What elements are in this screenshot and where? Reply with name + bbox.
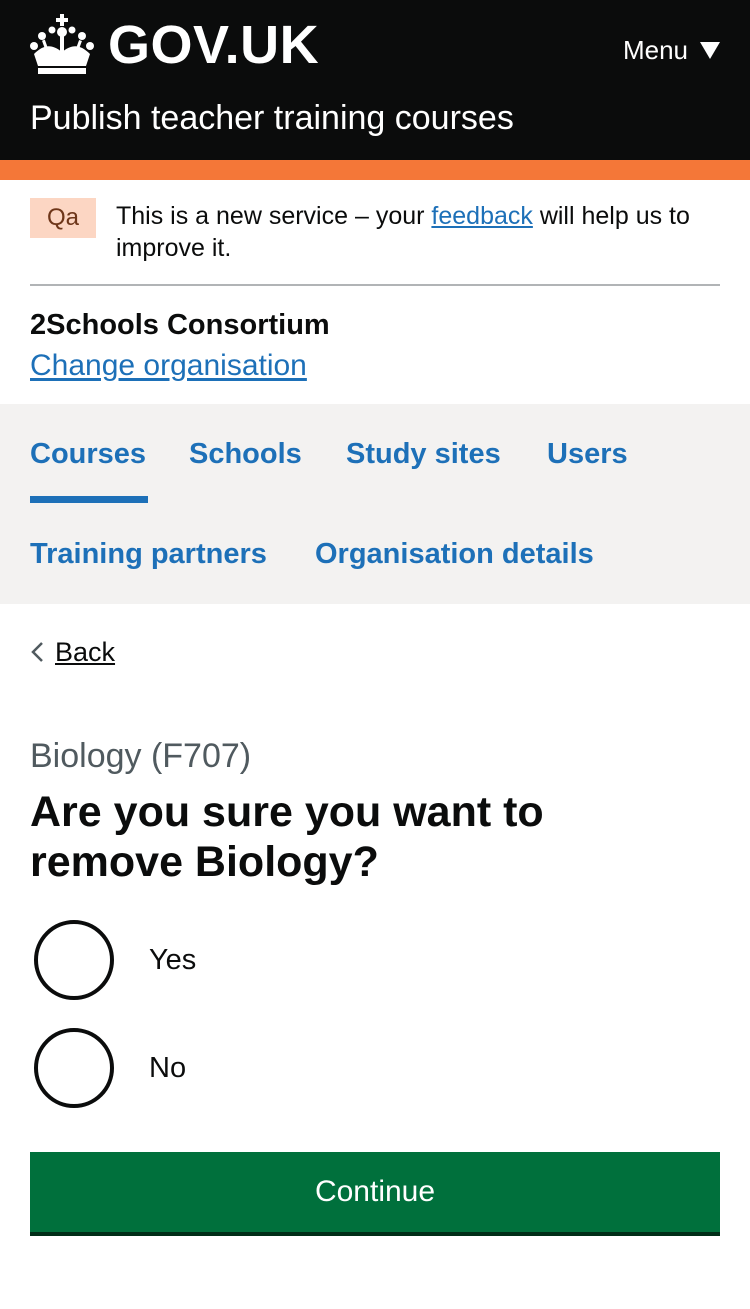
radio-option-yes[interactable]: Yes bbox=[30, 917, 430, 1003]
primary-navigation: Courses Schools Study sites Users Traini… bbox=[0, 404, 750, 604]
phase-tag: Qa bbox=[30, 198, 96, 238]
back-link-label: Back bbox=[55, 637, 116, 667]
back-link[interactable]: Back bbox=[30, 632, 115, 672]
nav-item-study-sites[interactable]: Study sites bbox=[346, 434, 501, 474]
chevron-left-icon bbox=[31, 642, 43, 662]
nav-item-users[interactable]: Users bbox=[547, 434, 628, 474]
radio-option-no[interactable]: No bbox=[30, 1025, 430, 1111]
nav-item-organisation-details[interactable]: Organisation details bbox=[315, 534, 594, 574]
continue-button[interactable]: Continue bbox=[30, 1152, 720, 1232]
header-accent-bar bbox=[0, 160, 750, 180]
nav-item-courses[interactable]: Courses bbox=[30, 434, 146, 474]
nav-active-indicator bbox=[30, 496, 148, 503]
radio-label: No bbox=[149, 1052, 187, 1084]
service-name-link[interactable]: Publish teacher training courses bbox=[30, 96, 514, 140]
govuk-logo-link[interactable]: GOV.UK bbox=[30, 14, 319, 76]
organisation-name: 2Schools Consortium bbox=[30, 309, 330, 341]
menu-button[interactable]: Menu bbox=[623, 30, 720, 70]
page-caption: Biology (F707) bbox=[30, 737, 252, 775]
phase-text-before: This is a new service – your bbox=[116, 202, 432, 230]
phase-text: This is a new service – your feedback wi… bbox=[116, 200, 716, 264]
radio-button[interactable] bbox=[34, 1028, 114, 1108]
triangle-down-icon bbox=[700, 41, 720, 59]
change-organisation-link[interactable]: Change organisation bbox=[30, 346, 307, 386]
radio-button[interactable] bbox=[34, 920, 114, 1000]
radio-label: Yes bbox=[149, 944, 197, 976]
logo-text: GOV.UK bbox=[108, 15, 320, 75]
page-title: Are you sure you want to remove Biology? bbox=[30, 788, 544, 886]
menu-label: Menu bbox=[622, 35, 688, 65]
nav-item-schools[interactable]: Schools bbox=[189, 434, 302, 474]
nav-item-training-partners[interactable]: Training partners bbox=[30, 534, 267, 574]
crown-icon bbox=[30, 14, 94, 74]
phase-banner: Qa This is a new service – your feedback… bbox=[30, 198, 720, 286]
site-header: GOV.UK Menu Publish teacher training cou… bbox=[0, 0, 750, 160]
feedback-link[interactable]: feedback bbox=[431, 202, 532, 230]
